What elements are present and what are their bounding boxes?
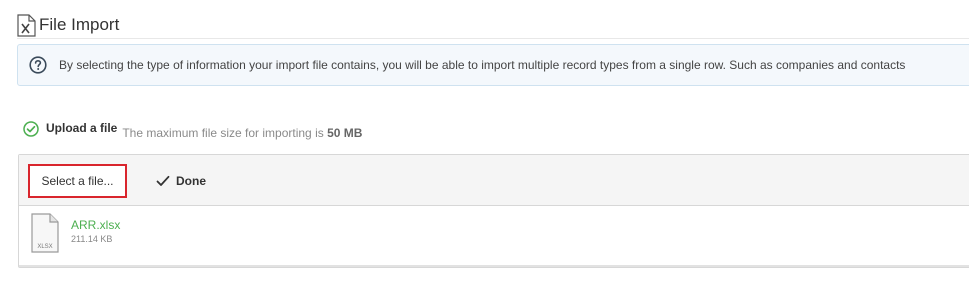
xlsx-file-icon: XLSX: [31, 213, 59, 253]
page-title: File Import: [39, 15, 120, 34]
info-text: By selecting the type of information you…: [59, 58, 906, 72]
upload-header: Upload a file The maximum file size for …: [23, 121, 362, 140]
max-size-text: The maximum file size for importing is: [122, 126, 328, 140]
file-icon-label: XLSX: [37, 244, 52, 250]
panel-divider: [19, 265, 969, 267]
upload-toolbar: Select a file... Done: [19, 155, 969, 206]
done-label: Done: [176, 174, 206, 188]
upload-panel: Select a file... Done XLSX ARR.xlsx 211.…: [18, 154, 969, 268]
excel-x-icon: [17, 13, 36, 37]
max-size-note: The maximum file size for importing is 5…: [122, 126, 362, 140]
select-file-button[interactable]: Select a file...: [28, 164, 127, 198]
checkmark-icon: [156, 175, 170, 186]
check-circle-icon: [23, 121, 39, 137]
max-size-value: 50 MB: [327, 126, 363, 140]
page-header: File Import: [17, 12, 119, 38]
done-button[interactable]: Done: [156, 171, 206, 191]
title-divider: [17, 38, 969, 39]
upload-label: Upload a file: [46, 121, 118, 135]
info-banner: By selecting the type of information you…: [17, 44, 969, 86]
file-size: 211.14 KB: [71, 234, 113, 244]
uploaded-file-row: XLSX ARR.xlsx 211.14 KB: [19, 207, 969, 261]
file-name[interactable]: ARR.xlsx: [71, 218, 120, 232]
question-circle-icon: [29, 56, 47, 74]
